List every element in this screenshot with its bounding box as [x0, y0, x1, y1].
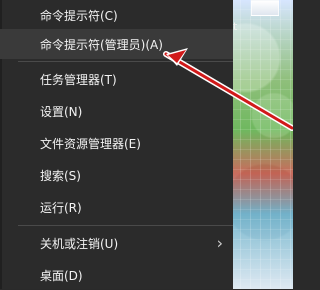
menu-item-label: 关机或注销(U): [40, 236, 119, 251]
menu-item-task-manager[interactable]: 任务管理器(T): [0, 64, 233, 94]
top-right-tile: [251, 0, 279, 16]
menu-item-label: 桌面(D): [40, 268, 83, 283]
menu-item-label: 搜索(S): [40, 168, 81, 183]
menu-item-desktop[interactable]: 桌面(D): [0, 260, 233, 290]
menu-item-run[interactable]: 运行(R): [0, 192, 233, 222]
background-side-letter: t: [233, 20, 238, 33]
menu-item-label: 运行(R): [40, 200, 82, 215]
menu-item-label: 任务管理器(T): [40, 72, 117, 87]
menu-divider: [18, 61, 233, 62]
menu-item-settings[interactable]: 设置(N): [0, 96, 233, 126]
menu-item-label: 设置(N): [40, 104, 83, 119]
menu-item-command-prompt[interactable]: 命令提示符(C): [0, 0, 233, 30]
menu-item-command-prompt-admin[interactable]: 命令提示符(管理员)(A): [0, 29, 233, 59]
winx-context-menu: 命令提示符(C) 命令提示符(管理员)(A) 任务管理器(T) 设置(N) 文件…: [0, 0, 233, 289]
desktop-background: [230, 0, 293, 289]
chevron-right-icon: ›: [216, 233, 223, 253]
menu-item-label: 命令提示符(C): [40, 8, 118, 23]
menu-item-file-explorer[interactable]: 文件资源管理器(E): [0, 128, 233, 158]
menu-item-label: 命令提示符(管理员)(A): [40, 37, 163, 52]
screen: t 命令提示符(C) 命令提示符(管理员)(A) 任务管理器(T) 设置(N) …: [0, 0, 293, 289]
menu-item-search[interactable]: 搜索(S): [0, 160, 233, 190]
menu-divider: [18, 225, 233, 226]
menu-item-shutdown-or-signout[interactable]: 关机或注销(U) ›: [0, 228, 233, 258]
menu-item-label: 文件资源管理器(E): [40, 136, 141, 151]
